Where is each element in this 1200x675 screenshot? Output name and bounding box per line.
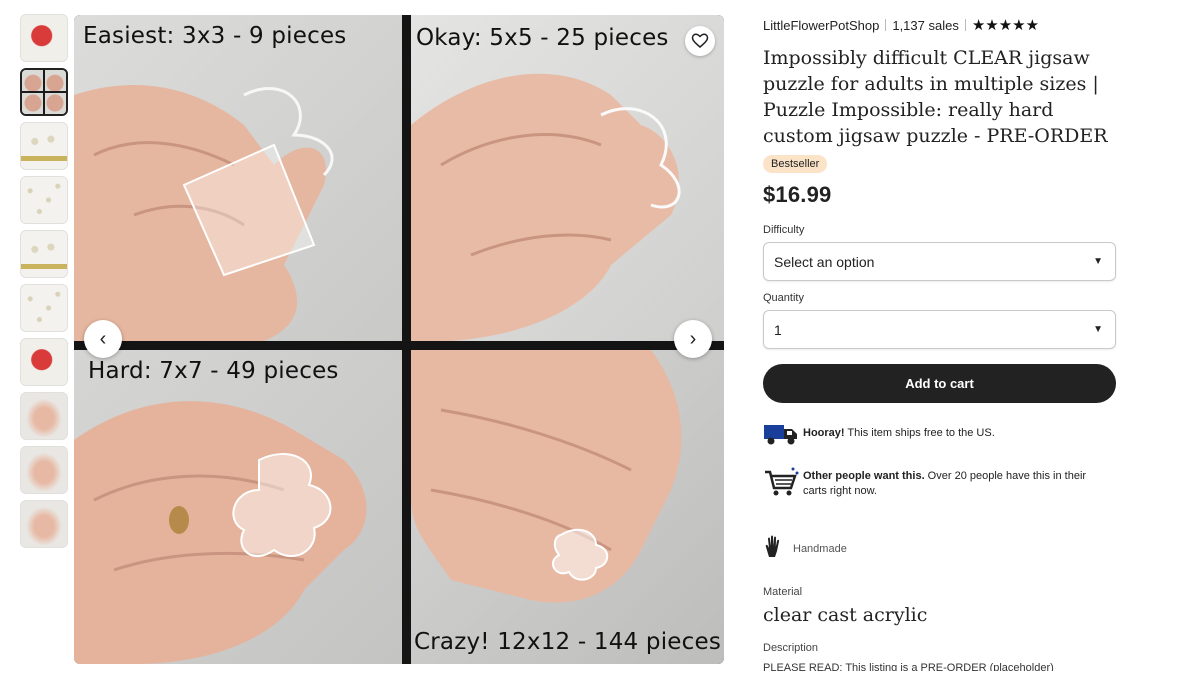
demand-highlight: Other people want this.	[803, 470, 925, 482]
previous-image-button[interactable]: ‹	[84, 320, 122, 358]
add-to-cart-button[interactable]: Add to cart	[763, 364, 1116, 403]
thumbnail-strip	[20, 14, 70, 554]
hand-puzzle-illustration	[74, 401, 367, 664]
handmade-tag: Handmade	[763, 535, 1116, 562]
quantity-label: Quantity	[763, 292, 804, 304]
thumbnail-4[interactable]	[20, 176, 68, 224]
material-value: clear cast acrylic	[763, 604, 928, 626]
shipping-highlight: Hooray!	[803, 427, 845, 439]
image-quadrant-okay: Okay: 5x5 - 25 pieces	[411, 15, 724, 341]
thumbnail-image	[21, 393, 67, 439]
quadrant-label: Crazy! 12x12 - 144 pieces	[414, 629, 722, 655]
description-label: Description	[763, 642, 819, 654]
thumbnail-image	[21, 123, 67, 169]
truck-icon	[763, 419, 803, 452]
quantity-value: 1	[774, 321, 782, 338]
thumbnail-image	[21, 177, 67, 223]
quadrant-label: Hard: 7x7 - 49 pieces	[88, 358, 339, 384]
thumbnail-image	[21, 447, 67, 493]
hand-puzzle-illustration	[411, 350, 682, 603]
product-title: Impossibly difficult CLEAR jigsaw puzzle…	[763, 47, 1108, 147]
thumbnail-image	[21, 501, 67, 547]
bestseller-badge: Bestseller	[763, 155, 828, 173]
hand-icon	[763, 535, 793, 562]
sales-count: 1,137 sales	[892, 17, 959, 33]
caret-down-icon: ▼	[1093, 256, 1103, 267]
thumbnail-image	[22, 70, 66, 114]
description-preview: PLEASE READ: This listing is a PRE-ORDER…	[763, 662, 1054, 671]
quadrant-label: Easiest: 3x3 - 9 pieces	[83, 23, 347, 49]
divider	[885, 19, 887, 31]
chevron-left-icon: ‹	[99, 327, 107, 350]
shipping-text: This item ships free to the US.	[844, 427, 995, 439]
shopping-cart-icon	[763, 466, 803, 505]
quadrant-label: Okay: 5x5 - 25 pieces	[416, 25, 669, 51]
thumbnail-7[interactable]	[20, 338, 68, 386]
thumbnail-8[interactable]	[20, 392, 68, 440]
thumbnail-2[interactable]	[20, 68, 68, 116]
shop-info: LittleFlowerPotShop 1,137 sales ★★★★★	[763, 16, 1116, 34]
image-quadrant-hard: Hard: 7x7 - 49 pieces	[74, 350, 402, 664]
image-quadrant-crazy: Crazy! 12x12 - 144 pieces	[411, 350, 724, 664]
demand-info: Other people want this. Over 20 people h…	[763, 466, 1116, 505]
difficulty-value: Select an option	[774, 253, 875, 270]
hand-puzzle-illustration	[74, 85, 334, 341]
thumbnail-image	[21, 231, 67, 277]
hand-puzzle-illustration	[411, 73, 681, 341]
thumbnail-6[interactable]	[20, 284, 68, 332]
next-image-button[interactable]: ›	[674, 320, 712, 358]
star-rating[interactable]: ★★★★★	[972, 16, 1039, 34]
product-price: $16.99	[763, 182, 832, 207]
product-main-image: Easiest: 3x3 - 9 pieces Okay: 5x5 - 25 p…	[74, 15, 724, 664]
thumbnail-10[interactable]	[20, 500, 68, 548]
thumbnail-9[interactable]	[20, 446, 68, 494]
material-label: Material	[763, 586, 803, 598]
shop-name-link[interactable]: LittleFlowerPotShop	[763, 18, 879, 33]
thumbnail-3[interactable]	[20, 122, 68, 170]
divider	[964, 19, 966, 31]
difficulty-label: Difficulty	[763, 224, 805, 236]
quantity-select[interactable]: 1 ▼	[763, 310, 1116, 349]
image-quadrant-easiest: Easiest: 3x3 - 9 pieces	[74, 15, 402, 341]
thumbnail-image	[21, 285, 67, 331]
handmade-label: Handmade	[793, 542, 847, 555]
thumbnail-image	[21, 339, 67, 385]
heart-icon	[691, 33, 709, 48]
caret-down-icon: ▼	[1093, 324, 1103, 335]
shipping-info: Hooray! This item ships free to the US.	[763, 419, 1116, 452]
thumbnail-5[interactable]	[20, 230, 68, 278]
product-details: LittleFlowerPotShop 1,137 sales ★★★★★ Im…	[763, 16, 1116, 671]
chevron-right-icon: ›	[689, 327, 697, 350]
difficulty-select[interactable]: Select an option ▼	[763, 242, 1116, 281]
thumbnail-1[interactable]	[20, 14, 68, 62]
favorite-button[interactable]	[685, 26, 715, 56]
thumbnail-image	[21, 15, 67, 61]
